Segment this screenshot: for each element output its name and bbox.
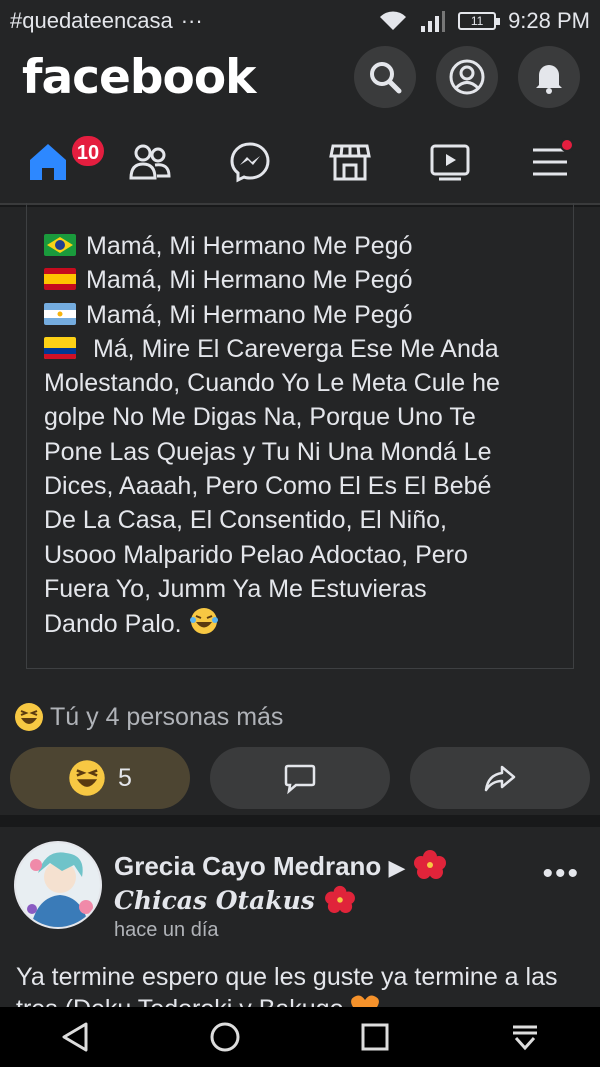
tab-marketplace[interactable]: [320, 134, 380, 190]
post-author[interactable]: Grecia Cayo Medrano ▶: [114, 849, 447, 882]
friends-icon: [129, 144, 171, 180]
search-button[interactable]: [354, 46, 416, 108]
post-card: Grecia Cayo Medrano ▶ Chicas Otakus hace…: [0, 827, 600, 1007]
post-time[interactable]: hace un día: [114, 919, 219, 942]
share-icon: [484, 765, 516, 792]
react-button[interactable]: 5: [10, 747, 190, 809]
post-line: Dando Palo.: [44, 606, 564, 641]
reactions-summary[interactable]: Tú y 4 personas más: [14, 702, 283, 732]
post-card: Mamá, Mi Hermano Me Pegó Mamá, Mi Herman…: [0, 203, 600, 815]
post-line: Mamá, Mi Hermano Me Pegó: [44, 298, 564, 332]
colombia-flag-icon: [44, 336, 76, 359]
pull-down-icon: [513, 1025, 537, 1051]
post-line: Dices, Aaaah, Pero Como El Es El Bebé: [44, 472, 492, 501]
laughing-tears-emoji-icon: [189, 608, 218, 635]
post-line: Fuera Yo, Jumm Ya Me Estuvieras: [44, 574, 427, 603]
post-line: Pone Las Quejas y Tu Ni Una Mondá Le: [44, 437, 492, 466]
messenger-icon: [230, 142, 270, 183]
share-button[interactable]: [410, 747, 590, 809]
marketplace-icon: [329, 144, 371, 181]
comment-button[interactable]: [210, 747, 390, 809]
orange-heart-icon: [351, 995, 380, 1007]
home-badge: 10: [70, 134, 106, 168]
more-options-icon[interactable]: •••: [542, 857, 580, 891]
watch-icon: [430, 144, 470, 181]
status-time: 9:28 PM: [508, 8, 590, 33]
post-group[interactable]: Chicas Otakus: [114, 885, 356, 915]
recents-button[interactable]: [300, 1007, 450, 1067]
tab-home[interactable]: 10: [18, 134, 106, 190]
app-header: facebook 10: [0, 40, 600, 205]
signal-icon: [421, 11, 446, 32]
home-circle-icon: [210, 1022, 240, 1052]
haha-reaction-icon: [69, 760, 105, 796]
reactions-text: Tú y 4 personas más: [50, 702, 284, 731]
home-icon: [30, 144, 66, 180]
post-line: Usooo Malparido Pelao Adoctao, Pero: [44, 540, 468, 569]
tab-messenger[interactable]: [220, 134, 280, 190]
argentina-flag-icon: [44, 302, 76, 325]
post-line: golpe No Me Digas Na, Porque Uno Te: [44, 403, 476, 432]
post-line: De La Casa, El Consentido, El Niño,: [44, 506, 447, 535]
status-hashtag: #quedateencasa: [10, 8, 173, 33]
profile-button[interactable]: [436, 46, 498, 108]
notifications-button[interactable]: [518, 46, 580, 108]
post-line: Mamá, Mi Hermano Me Pegó: [44, 263, 564, 297]
brazil-flag-icon: [44, 234, 76, 256]
menu-notification-dot: [560, 138, 574, 152]
status-dots: ···: [180, 8, 203, 33]
back-button[interactable]: [0, 1007, 150, 1067]
post-text: Ya termine espero que les guste ya termi…: [16, 961, 596, 1007]
tab-friends[interactable]: [120, 134, 180, 190]
bell-icon: [536, 65, 562, 94]
post-line: Má, Mire El Careverga Ese Me Anda: [44, 332, 564, 366]
play-arrow-icon: ▶: [388, 855, 406, 880]
system-nav-bar: [0, 1007, 600, 1067]
back-triangle-icon: [62, 1022, 88, 1052]
hibiscus-icon: [324, 885, 355, 913]
search-icon: [370, 62, 402, 94]
facebook-logo[interactable]: facebook: [22, 50, 256, 105]
anime-avatar-image: [16, 843, 100, 927]
battery-icon: 11: [458, 12, 501, 30]
post-text: Mamá, Mi Hermano Me Pegó Mamá, Mi Herman…: [44, 229, 564, 642]
post-line: Mamá, Mi Hermano Me Pegó: [44, 229, 564, 263]
reaction-count: 5: [118, 763, 132, 792]
comment-icon: [284, 764, 316, 795]
profile-icon: [449, 59, 485, 95]
haha-reaction-icon: [15, 703, 43, 731]
feed-divider: [0, 815, 600, 827]
recents-square-icon: [361, 1023, 389, 1051]
status-bar: #quedateencasa ··· 11 9:28 PM: [0, 0, 600, 40]
spain-flag-icon: [44, 268, 76, 291]
hibiscus-icon: [413, 850, 446, 879]
notifications-pull-button[interactable]: [450, 1007, 600, 1067]
wifi-icon: [380, 11, 407, 30]
post-line: Molestando, Cuando Yo Le Meta Cule he: [44, 369, 500, 398]
tab-menu[interactable]: [520, 134, 580, 190]
tab-watch[interactable]: [420, 134, 480, 190]
main-nav: 10: [0, 128, 600, 198]
home-nav-button[interactable]: [150, 1007, 300, 1067]
avatar[interactable]: [14, 841, 102, 929]
